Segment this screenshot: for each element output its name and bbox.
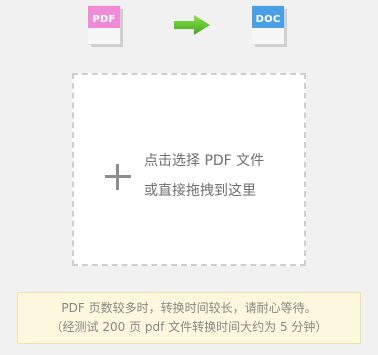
drop-zone-line2: 或直接拖拽到这里 xyxy=(144,183,256,199)
file-drop-zone[interactable]: 点击选择 PDF 文件 或直接拖拽到这里 xyxy=(72,73,306,266)
pdf-file-label: PDF xyxy=(92,14,116,25)
doc-file-icon: DOC xyxy=(252,4,288,48)
format-indicator: PDF DOC xyxy=(0,0,378,60)
arrow-right-icon xyxy=(172,13,212,37)
plus-icon xyxy=(105,164,131,190)
doc-file-label: DOC xyxy=(255,14,281,25)
drop-zone-text: 点击选择 PDF 文件 或直接拖拽到这里 xyxy=(144,146,294,206)
pdf-file-icon: PDF xyxy=(88,4,124,48)
notice-line2: （经测试 200 页 pdf 文件转换时间大约为 5 分钟） xyxy=(50,320,328,334)
conversion-notice: PDF 页数较多时，转换时间较长，请耐心等待。 （经测试 200 页 pdf 文… xyxy=(17,292,361,344)
drop-zone-line1: 点击选择 PDF 文件 xyxy=(144,153,265,169)
notice-line1: PDF 页数较多时，转换时间较长，请耐心等待。 xyxy=(61,301,317,315)
